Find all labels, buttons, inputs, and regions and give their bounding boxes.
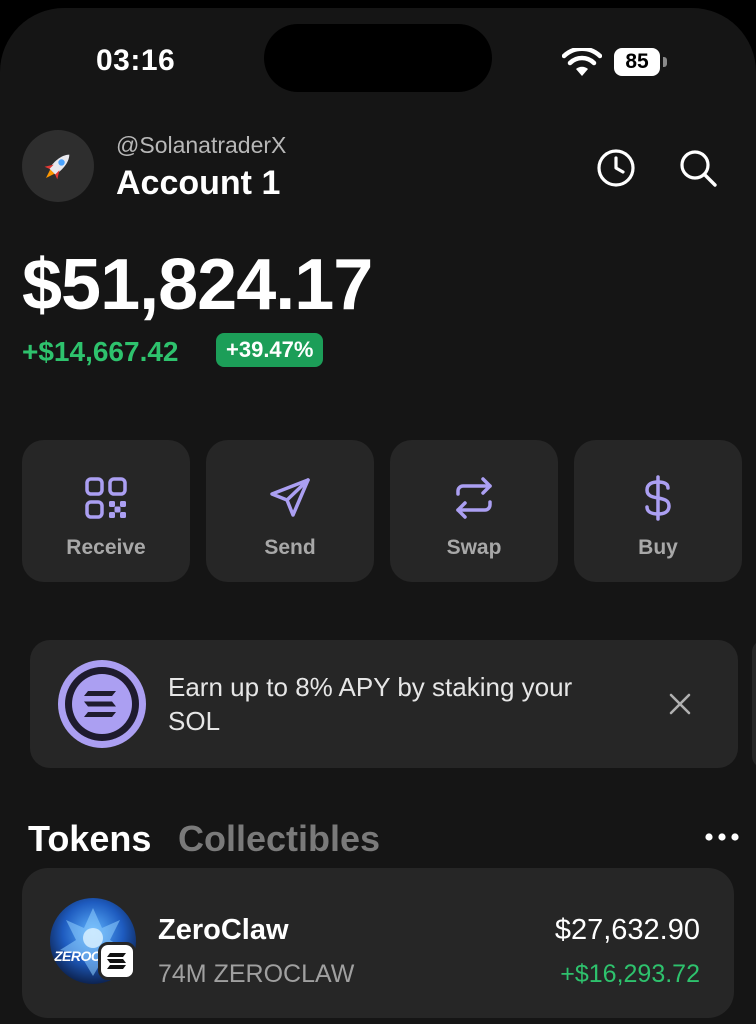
account-name[interactable]: Account 1 — [116, 164, 280, 203]
next-promo-card[interactable] — [752, 640, 756, 768]
account-handle[interactable]: @SolanatraderX — [116, 132, 286, 159]
token-row[interactable]: ZEROC ZeroClaw 74M ZEROCLAW $27,632.90 +… — [22, 868, 734, 1018]
phone-screen: 03:16 85 @SolanatraderX Account 1 $51,82… — [0, 8, 756, 1024]
balance-change-percent-badge: +39.47% — [216, 333, 324, 367]
rocket-icon — [44, 154, 70, 180]
swap-label: Swap — [446, 536, 502, 559]
token-image-text: ZEROC — [54, 948, 101, 964]
receive-button[interactable]: Receive — [22, 440, 190, 582]
receive-label: Receive — [66, 536, 146, 559]
token-change: +$16,293.72 — [560, 960, 700, 988]
history-clock-icon[interactable] — [594, 146, 638, 190]
swap-arrows-icon — [456, 477, 492, 519]
battery-nub — [663, 57, 667, 67]
tab-tokens[interactable]: Tokens — [28, 818, 151, 860]
more-dots-icon[interactable] — [704, 832, 740, 842]
battery-icon: 85 — [614, 48, 660, 76]
solana-badge-icon — [98, 942, 136, 980]
buy-button[interactable]: Buy — [574, 440, 742, 582]
token-name: ZeroClaw — [158, 914, 289, 946]
balance-change: +$14,667.42 — [22, 336, 179, 367]
buy-label: Buy — [638, 536, 678, 559]
dollar-icon — [645, 475, 671, 521]
account-avatar[interactable] — [22, 130, 94, 202]
token-value: $27,632.90 — [554, 914, 700, 946]
swap-button[interactable]: Swap — [390, 440, 558, 582]
close-icon[interactable] — [666, 690, 694, 718]
search-icon[interactable] — [676, 146, 720, 190]
send-label: Send — [264, 536, 316, 559]
send-button[interactable]: Send — [206, 440, 374, 582]
solana-logo-icon — [58, 660, 146, 748]
dynamic-island — [264, 24, 492, 92]
wifi-icon — [562, 48, 602, 76]
staking-promo-banner[interactable]: Earn up to 8% APY by staking your SOL — [30, 640, 738, 768]
promo-text: Earn up to 8% APY by staking your SOL — [168, 672, 573, 736]
token-amount: 74M ZEROCLAW — [158, 960, 355, 988]
status-time: 03:16 — [96, 44, 176, 77]
total-balance: $51,824.17 — [22, 245, 373, 325]
send-arrow-icon — [270, 478, 310, 517]
tab-collectibles[interactable]: Collectibles — [178, 818, 380, 860]
qr-code-icon — [85, 477, 127, 519]
